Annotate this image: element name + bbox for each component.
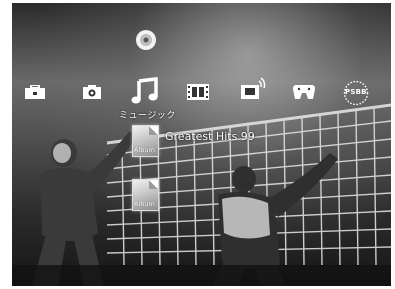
gamepad-icon[interactable] (292, 83, 316, 101)
list-item[interactable]: Album (132, 179, 165, 211)
toolbox-icon[interactable] (24, 83, 46, 101)
music-note-icon[interactable] (130, 75, 160, 107)
album-title: Greatest Hits 99 (165, 129, 255, 143)
tv-icon[interactable] (240, 77, 266, 101)
list-item[interactable]: Album Greatest Hits 99 (132, 125, 255, 157)
disc-icon[interactable] (135, 29, 157, 51)
film-strip-icon[interactable] (186, 83, 210, 101)
camera-icon[interactable] (82, 83, 102, 101)
xmb-screen: PSBB ミュージック Album Greatest Hits 99 Album (12, 3, 391, 286)
album-thumbnail: Album (132, 125, 159, 157)
network-label: PSBB (345, 88, 367, 96)
album-thumbnail: Album (132, 179, 159, 211)
network-icon[interactable]: PSBB (342, 80, 370, 106)
selected-category-label: ミュージック (119, 111, 176, 121)
